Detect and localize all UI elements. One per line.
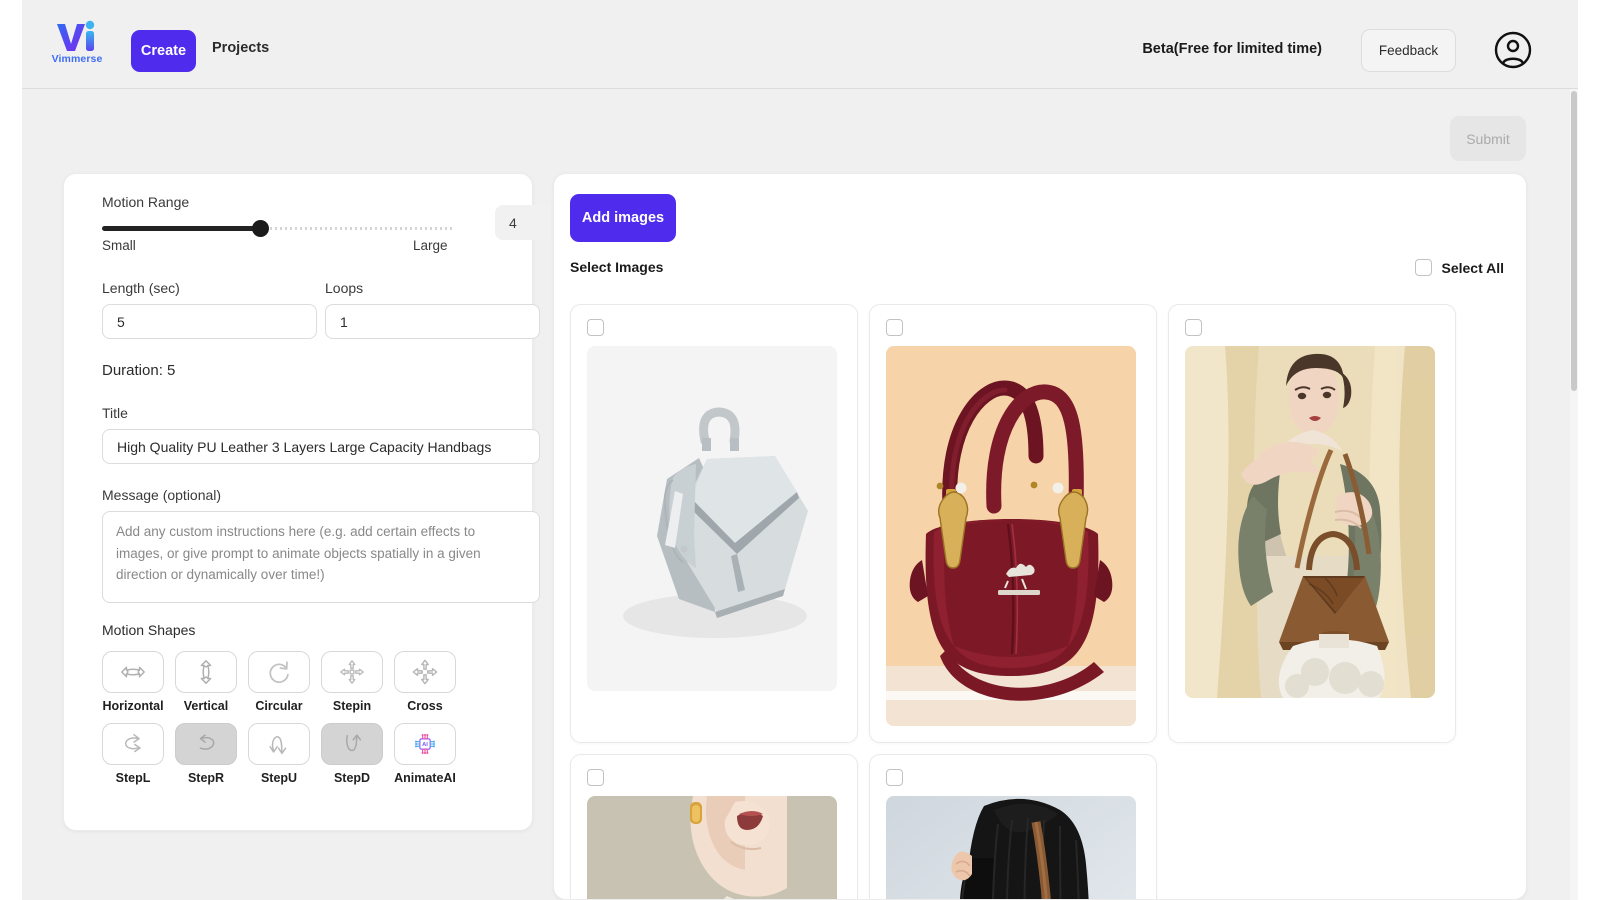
settings-panel: Motion Range 4 Small Large Length (sec) … (63, 173, 580, 831)
image-thumbnail[interactable] (1185, 346, 1435, 698)
motion-shape-button-stepu[interactable] (248, 723, 310, 765)
image-card[interactable] (570, 304, 858, 743)
image-card[interactable] (869, 304, 1157, 743)
motion-shape-label: StepR (187, 771, 225, 785)
select-all-checkbox[interactable] (1415, 259, 1433, 276)
slider-remaining-track (260, 227, 454, 230)
user-account-icon[interactable] (1494, 31, 1532, 69)
step-up-curved-arrow-icon (265, 730, 293, 758)
motion-shape-label: Horizontal (102, 699, 164, 713)
select-images-label: Select Images (570, 259, 664, 275)
loops-label: Loops (325, 280, 364, 296)
image-thumbnail[interactable] (886, 346, 1136, 726)
motion-shape-item-animateai[interactable]: AI AnimateAI (394, 723, 456, 785)
slider-filled-track (102, 226, 260, 231)
svg-text:AI: AI (422, 742, 428, 748)
motion-shape-button-stepin[interactable] (321, 651, 383, 693)
app-root: Vimmerse Create Projects Beta(Free for l… (0, 0, 1600, 900)
motion-range-label: Motion Range (102, 194, 190, 210)
motion-shape-item-stepr[interactable]: StepR (175, 723, 237, 785)
horizontal-double-arrow-icon (119, 658, 147, 686)
nav-projects-link[interactable]: Projects (212, 40, 269, 56)
motion-shape-button-stepl[interactable] (102, 723, 164, 765)
page-scrollbar-thumb[interactable] (1571, 91, 1577, 391)
motion-shape-label: StepU (260, 771, 298, 785)
vertical-double-arrow-icon (192, 658, 220, 686)
images-panel: Add images Select Images Select All (553, 173, 1527, 900)
motion-shape-label: Circular (255, 699, 303, 713)
submit-bar: Submit (22, 89, 1578, 172)
motion-shape-row: Horizontal Vertical Circular Stepin Cross (102, 651, 502, 713)
message-textarea[interactable]: Add any custom instructions here (e.g. a… (102, 511, 540, 603)
ai-chip-icon: AI (411, 730, 439, 758)
cross-arrows-icon (411, 658, 439, 686)
motion-shape-item-stepl[interactable]: StepL (102, 723, 164, 785)
motion-shape-row: StepL StepR StepU StepD AI AnimateAI (102, 723, 502, 785)
slider-min-label: Small (102, 238, 136, 253)
image-card-checkbox[interactable] (886, 319, 903, 336)
select-all-label: Select All (1441, 259, 1504, 276)
motion-shape-item-circular[interactable]: Circular (248, 651, 310, 713)
slider-thumb[interactable] (252, 220, 269, 237)
motion-shape-button-horizontal[interactable] (102, 651, 164, 693)
vimmerse-logo[interactable]: Vimmerse (46, 20, 108, 72)
motion-shape-button-vertical[interactable] (175, 651, 237, 693)
image-thumbnail[interactable] (587, 796, 837, 899)
motion-shapes-label: Motion Shapes (102, 622, 196, 638)
logo-wordmark: Vimmerse (51, 53, 103, 65)
circular-rotate-arrow-icon (265, 658, 293, 686)
motion-shape-label: Cross (407, 699, 443, 713)
add-images-button[interactable]: Add images (570, 194, 676, 242)
motion-shape-button-stepr[interactable] (175, 723, 237, 765)
app-header: Vimmerse Create Projects Beta(Free for l… (22, 0, 1578, 89)
slider-track[interactable] (102, 226, 454, 231)
image-card-grid (570, 304, 1514, 899)
submit-button[interactable]: Submit (1450, 116, 1526, 161)
page-frame: Vimmerse Create Projects Beta(Free for l… (22, 0, 1578, 900)
image-card-checkbox[interactable] (587, 319, 604, 336)
motion-shape-button-cross[interactable] (394, 651, 456, 693)
page-scrollbar[interactable] (1570, 89, 1578, 900)
duration-readout: Duration: 5 (102, 362, 176, 379)
image-thumbnail[interactable] (886, 796, 1136, 899)
motion-shape-item-stepin[interactable]: Stepin (321, 651, 383, 713)
create-button[interactable]: Create (131, 30, 196, 72)
message-label: Message (optional) (102, 487, 222, 503)
step-left-curved-arrow-icon (119, 730, 147, 758)
step-right-curved-arrow-icon (192, 730, 220, 758)
title-label: Title (102, 405, 128, 421)
motion-shape-item-cross[interactable]: Cross (394, 651, 456, 713)
image-thumbnail[interactable] (587, 346, 837, 691)
step-down-curved-arrow-icon (338, 730, 366, 758)
length-label: Length (sec) (102, 280, 180, 296)
length-input[interactable]: 5 (102, 304, 317, 339)
loops-input[interactable]: 1 (325, 304, 540, 339)
image-card-checkbox[interactable] (886, 769, 903, 786)
slider-max-label: Large (413, 238, 448, 253)
motion-shape-label: Vertical (183, 699, 229, 713)
motion-shape-label: AnimateAI (394, 771, 456, 785)
select-all-control[interactable]: Select All (1415, 259, 1504, 276)
title-input[interactable]: High Quality PU Leather 3 Layers Large C… (102, 429, 540, 464)
motion-shape-item-stepd[interactable]: StepD (321, 723, 383, 785)
motion-shape-button-stepd[interactable] (321, 723, 383, 765)
motion-shape-item-stepu[interactable]: StepU (248, 723, 310, 785)
motion-shape-label: Stepin (332, 699, 372, 713)
motion-shape-label: StepL (115, 771, 151, 785)
image-card[interactable] (1168, 304, 1456, 743)
image-card[interactable] (570, 754, 858, 899)
image-card-checkbox[interactable] (587, 769, 604, 786)
image-card-checkbox[interactable] (1185, 319, 1202, 336)
motion-shape-item-horizontal[interactable]: Horizontal (102, 651, 164, 713)
vimmerse-vi-logo-icon (57, 20, 95, 51)
motion-shapes-grid: Horizontal Vertical Circular Stepin Cross Ste… (102, 651, 502, 795)
feedback-button[interactable]: Feedback (1361, 29, 1456, 72)
four-way-arrows-icon (338, 658, 366, 686)
motion-shape-button-animateai[interactable]: AI (394, 723, 456, 765)
motion-shape-button-circular[interactable] (248, 651, 310, 693)
motion-shape-label: StepD (333, 771, 371, 785)
motion-shape-item-vertical[interactable]: Vertical (175, 651, 237, 713)
beta-notice: Beta(Free for limited time) (1142, 41, 1322, 57)
image-card[interactable] (869, 754, 1157, 899)
